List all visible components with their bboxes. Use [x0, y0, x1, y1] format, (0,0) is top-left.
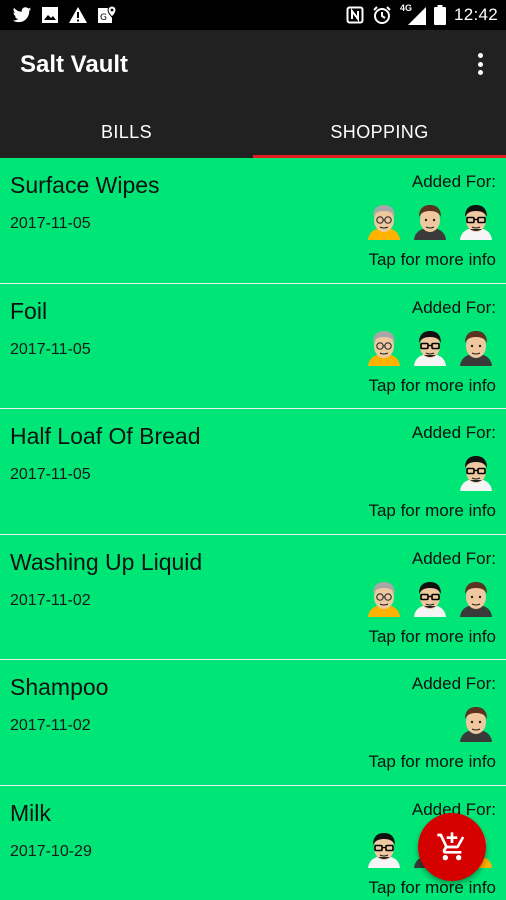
avatar [456, 202, 496, 240]
image-icon [41, 6, 59, 24]
list-item[interactable]: Shampoo 2017-11-02 Added For: Tap for more … [0, 660, 506, 786]
more-info-link[interactable]: Tap for more info [368, 501, 496, 521]
item-date: 2017-11-05 [10, 340, 91, 358]
list-item[interactable]: Half Loaf Of Bread 2017-11-05 Added For: Ta… [0, 409, 506, 535]
alarm-icon [372, 5, 392, 25]
overflow-menu-icon[interactable] [472, 50, 488, 78]
add-to-cart-icon [437, 832, 465, 861]
signal-icon: 4G [399, 3, 426, 25]
avatar [456, 328, 496, 366]
added-for-label: Added For: [411, 674, 496, 694]
avatar [456, 579, 496, 617]
added-for-label: Added For: [411, 297, 496, 317]
item-date: 2017-11-02 [10, 717, 91, 735]
more-info-link[interactable]: Tap for more info [368, 878, 496, 898]
warning-icon [68, 6, 88, 24]
more-info-link[interactable]: Tap for more info [368, 376, 496, 396]
battery-icon [433, 5, 446, 25]
network-label: 4G [399, 3, 412, 13]
svg-text:G: G [100, 13, 107, 23]
app-title: Salt Vault [20, 51, 129, 78]
app-bar: Salt Vault BILLS SHOPPING [0, 30, 506, 158]
avatar [364, 830, 404, 868]
shopping-list: Surface Wipes 2017-11-05 Added For: Tap for… [0, 158, 506, 900]
maps-icon: G [97, 5, 117, 25]
list-item[interactable]: Washing Up Liquid 2017-11-02 Added For: Tap… [0, 534, 506, 661]
item-date: 2017-11-05 [10, 466, 91, 484]
avatar-group [364, 202, 496, 240]
item-date: 2017-11-02 [10, 591, 91, 609]
avatar [364, 202, 404, 240]
avatar [364, 579, 404, 617]
clock: 12:42 [453, 5, 498, 24]
list-item[interactable]: Surface Wipes 2017-11-05 Added For: Tap for… [0, 158, 506, 284]
more-info-link[interactable]: Tap for more info [368, 627, 496, 647]
avatar [456, 704, 496, 743]
avatar [410, 579, 450, 617]
item-name: Shampoo [10, 674, 109, 701]
twitter-icon [12, 6, 32, 24]
more-info-link[interactable]: Tap for more info [368, 752, 496, 772]
item-name: Milk [10, 799, 51, 826]
add-to-cart-button[interactable] [418, 813, 486, 881]
list-item[interactable]: Foil 2017-11-05 Added For: Tap for more inf… [0, 283, 506, 410]
added-for-label: Added For: [411, 172, 496, 191]
avatar-group [364, 579, 496, 617]
nfc-icon [346, 6, 364, 24]
avatar [410, 328, 450, 366]
added-for-label: Added For: [411, 548, 496, 568]
avatar [410, 202, 450, 240]
avatar [456, 453, 496, 492]
avatar [364, 328, 404, 366]
tab-shopping[interactable]: SHOPPING [253, 106, 506, 158]
item-name: Surface Wipes [10, 172, 160, 198]
tab-bar: BILLS SHOPPING [0, 106, 506, 158]
item-name: Washing Up Liquid [10, 548, 203, 575]
avatar-group [456, 453, 496, 492]
avatar-group [456, 704, 496, 743]
item-date: 2017-11-05 [10, 215, 91, 232]
avatar-group [364, 328, 496, 366]
item-date: 2017-10-29 [10, 842, 92, 860]
item-name: Half Loaf Of Bread [10, 423, 201, 450]
added-for-label: Added For: [411, 423, 496, 443]
status-bar: G 4G 12:42 [0, 0, 506, 30]
item-name: Foil [10, 297, 48, 324]
more-info-link[interactable]: Tap for more info [368, 250, 496, 270]
tab-bills[interactable]: BILLS [0, 106, 253, 158]
